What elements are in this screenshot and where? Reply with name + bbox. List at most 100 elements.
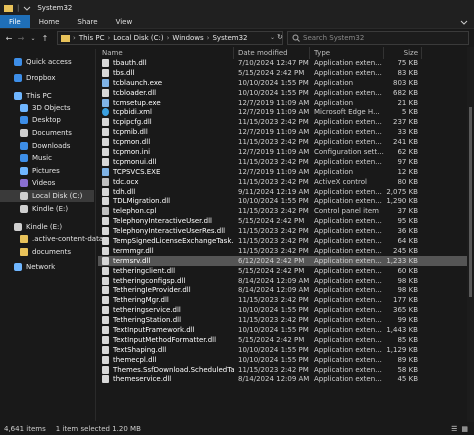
file-date: 10/10/2024 1:55 PM xyxy=(238,88,309,97)
sidebar-item[interactable]: Kindle (E:) xyxy=(0,221,62,233)
breadcrumb-this-pc[interactable]: This PC xyxy=(79,34,105,42)
sidebar-item[interactable]: Videos xyxy=(0,177,55,189)
file-name: TextInputFramework.dll xyxy=(113,325,195,334)
breadcrumb-local-disk[interactable]: Local Disk (C:) xyxy=(113,34,163,42)
file-date: 11/15/2023 2:42 PM xyxy=(238,118,309,127)
file-icon xyxy=(102,147,109,156)
folder-icon xyxy=(4,4,13,12)
table-row[interactable]: tcpmib.dll 12/7/2019 11:09 AM Application … xyxy=(98,127,474,137)
forward-arrow-icon[interactable]: → xyxy=(15,34,27,43)
table-row[interactable]: TDLMigration.dll 10/10/2024 1:55 PM Applic… xyxy=(98,196,474,206)
table-row[interactable]: termmgr.dll 11/15/2023 2:42 PM Application… xyxy=(98,246,474,256)
table-row[interactable]: tdh.dll 9/11/2024 12:19 AM Application ext… xyxy=(98,187,474,197)
file-name: tetheringclient.dll xyxy=(113,266,176,275)
file-date: 5/15/2024 2:42 PM xyxy=(238,266,305,275)
table-row[interactable]: tcpmonui.dll 11/15/2023 2:42 PM Applicatio… xyxy=(98,157,474,167)
sidebar-item[interactable]: Dropbox xyxy=(0,72,56,84)
table-row[interactable]: tcpmon.ini 12/7/2019 11:09 AM Configuratio… xyxy=(98,147,474,157)
file-type: Application exten... xyxy=(314,256,382,265)
table-row[interactable]: themeservice.dll 8/14/2024 12:09 AM Applic… xyxy=(98,375,474,385)
file-type: Application exten... xyxy=(314,246,382,255)
table-row[interactable]: tetheringservice.dll 10/10/2024 1:55 PM Ap… xyxy=(98,305,474,315)
file-type: Application exten... xyxy=(314,128,382,137)
table-row[interactable]: TelephonyInteractiveUserRes.dll 11/15/202… xyxy=(98,226,474,236)
music-icon xyxy=(20,154,28,162)
sidebar-item[interactable]: .active-content-data xyxy=(0,233,103,245)
table-row[interactable]: tcblaunch.exe 10/10/2024 1:55 PM Applicati… xyxy=(98,78,474,88)
table-row[interactable]: TextInputFramework.dll 10/10/2024 1:55 PM… xyxy=(98,325,474,335)
sidebar-item[interactable]: Quick access xyxy=(0,56,72,68)
table-row[interactable]: TempSignedLicenseExchangeTask.dll 11/15/2… xyxy=(98,236,474,246)
file-type: Application exten... xyxy=(314,375,382,384)
table-row[interactable]: tcbloader.dll 10/10/2024 1:55 PM Applicati… xyxy=(98,88,474,98)
table-row[interactable]: themecpl.dll 10/10/2024 1:55 PM Applicatio… xyxy=(98,355,474,365)
tab-view[interactable]: View xyxy=(107,15,142,28)
file-type: Application xyxy=(314,167,354,176)
search-box[interactable]: Search System32 xyxy=(287,31,469,45)
table-row[interactable]: tcpmon.dll 11/15/2023 2:42 PM Application … xyxy=(98,137,474,147)
file-date: 11/15/2023 2:42 PM xyxy=(238,227,309,236)
table-row[interactable]: tbauth.dll 7/10/2024 12:47 PM Application … xyxy=(98,58,474,68)
title-bar: | System32 xyxy=(0,0,474,15)
breadcrumb-windows[interactable]: Windows xyxy=(172,34,203,42)
file-icon xyxy=(102,355,109,364)
file-icon xyxy=(102,286,109,295)
file-size: 21 KB xyxy=(397,98,418,107)
sidebar-item[interactable]: documents xyxy=(0,246,71,258)
sidebar-item[interactable]: This PC xyxy=(0,90,52,102)
table-row[interactable]: tcmsetup.exe 12/7/2019 11:09 AM Applicatio… xyxy=(98,98,474,108)
tab-home[interactable]: Home xyxy=(30,15,69,28)
file-type: Application exten... xyxy=(314,157,382,166)
file-type: Application exten... xyxy=(314,276,382,285)
file-name-cell: themecpl.dll xyxy=(98,355,234,364)
table-row[interactable]: tbs.dll 5/15/2024 2:42 PM Application exte… xyxy=(98,68,474,78)
table-row[interactable]: TetheringMgr.dll 11/15/2023 2:42 PM Applic… xyxy=(98,295,474,305)
up-arrow-icon[interactable]: ↑ xyxy=(39,34,51,43)
file-name-cell: Themes.SsfDownload.ScheduledTask.dll xyxy=(98,365,234,374)
tab-share[interactable]: Share xyxy=(68,15,106,28)
search-input[interactable]: Search System32 xyxy=(303,34,364,42)
sidebar-item[interactable]: Documents xyxy=(0,127,72,139)
file-icon xyxy=(102,345,109,354)
file-icon xyxy=(102,58,109,67)
details-view-icon[interactable]: ☰ xyxy=(451,425,457,433)
table-row[interactable]: TetheringIeProvider.dll 8/14/2024 12:09 A… xyxy=(98,285,474,295)
breadcrumb-system32[interactable]: System32 xyxy=(212,34,247,42)
sidebar-item[interactable]: Desktop xyxy=(0,114,61,126)
table-row[interactable]: Themes.SsfDownload.ScheduledTask.dll 11/1… xyxy=(98,365,474,375)
table-row[interactable]: tetheringconfigsp.dll 8/14/2024 12:09 AM A… xyxy=(98,276,474,286)
vertical-scrollbar[interactable] xyxy=(467,47,474,422)
table-row[interactable]: tcpbidi.xml 12/7/2019 11:09 AM Microsoft E… xyxy=(98,107,474,117)
table-row[interactable]: tcpipcfg.dll 11/15/2023 2:42 PM Applicatio… xyxy=(98,117,474,127)
table-row[interactable]: TextShaping.dll 10/10/2024 1:55 PM Applica… xyxy=(98,345,474,355)
tab-file[interactable]: File xyxy=(0,15,30,28)
sidebar-item[interactable]: Local Disk (C:) xyxy=(0,190,94,202)
sidebar-item[interactable]: 3D Objects xyxy=(0,102,71,114)
expand-ribbon-chevron-icon[interactable] xyxy=(460,15,468,28)
sidebar-item[interactable]: Downloads xyxy=(0,140,70,152)
table-row[interactable]: TCPSVCS.EXE 12/7/2019 11:09 AM Application… xyxy=(98,167,474,177)
refresh-icon[interactable]: ↻ xyxy=(277,33,283,41)
sidebar-item[interactable]: Pictures xyxy=(0,165,60,177)
scrollbar-thumb[interactable] xyxy=(469,107,472,297)
table-row[interactable]: TetheringStation.dll 11/15/2023 2:42 PM Ap… xyxy=(98,315,474,325)
recent-chevron-icon[interactable]: ⌄ xyxy=(27,35,39,42)
table-row[interactable]: TelephonyInteractiveUser.dll 5/15/2024 2:… xyxy=(98,216,474,226)
back-arrow-icon[interactable]: ← xyxy=(3,34,15,43)
sidebar-item[interactable]: Music xyxy=(0,152,52,164)
table-row[interactable]: termsrv.dll 6/12/2024 2:42 PM Application … xyxy=(98,255,474,266)
table-row[interactable]: telephon.cpl 11/15/2023 2:42 PM Control pa… xyxy=(98,206,474,216)
table-row[interactable]: tdc.ocx 11/15/2023 2:42 PM ActiveX control… xyxy=(98,177,474,187)
sidebar-item[interactable]: Kindle (E:) xyxy=(0,203,68,215)
sidebar-item[interactable]: Network xyxy=(0,261,55,273)
chevron-down-icon[interactable] xyxy=(23,4,31,12)
table-row[interactable]: TextInputMethodFormatter.dll 5/15/2024 2:… xyxy=(98,335,474,345)
table-row[interactable]: tetheringclient.dll 5/15/2024 2:42 PM Appl… xyxy=(98,266,474,276)
address-dropdown-icon[interactable]: ⌄ xyxy=(270,34,275,41)
address-bar[interactable]: › This PC › Local Disk (C:) › Windows › … xyxy=(57,31,283,45)
drive-icon xyxy=(20,205,28,213)
videos-icon xyxy=(20,179,28,187)
file-type: Application exten... xyxy=(314,355,382,364)
file-name: themeservice.dll xyxy=(113,375,172,384)
large-icons-view-icon[interactable]: ▦ xyxy=(461,425,468,433)
